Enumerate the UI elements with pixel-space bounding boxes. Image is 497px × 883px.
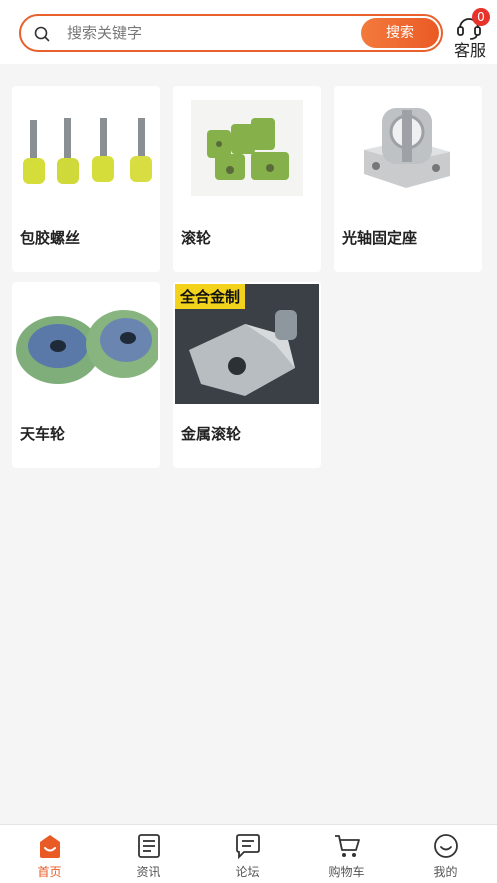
tab-label: 资讯 <box>136 865 161 879</box>
product-card[interactable]: 包胶螺丝 <box>12 86 160 272</box>
product-image-rollers <box>175 88 319 208</box>
product-card[interactable]: 全合金制 金属滚轮 <box>173 282 321 468</box>
product-name: 天车轮 <box>20 425 66 443</box>
home-icon <box>40 835 60 858</box>
search-icon <box>34 26 50 42</box>
tab-label: 首页 <box>37 865 62 879</box>
search-button[interactable]: 搜索 <box>361 18 439 48</box>
search-input[interactable] <box>67 16 357 50</box>
customer-service-button[interactable]: 0 客服 <box>450 8 490 60</box>
image-caption: 全合金制 <box>175 284 246 309</box>
tab-label: 我的 <box>433 865 458 879</box>
news-icon <box>138 834 160 858</box>
product-image-crane-wheels <box>14 284 158 404</box>
product-name: 金属滚轮 <box>181 425 242 443</box>
cart-icon <box>335 835 360 857</box>
tab-home[interactable]: 首页 <box>0 825 99 883</box>
search-box[interactable]: 搜索 <box>19 14 443 52</box>
tab-forum[interactable]: 论坛 <box>198 825 297 883</box>
product-image-coated-screws <box>14 88 158 208</box>
product-card[interactable]: 滚轮 <box>173 86 321 272</box>
bottom-tab-bar: 首页 资讯 论坛 购物车 我的 <box>0 824 497 883</box>
customer-service-label: 客服 <box>453 41 486 60</box>
tab-label: 购物车 <box>328 865 365 879</box>
tab-news[interactable]: 资讯 <box>99 825 198 883</box>
product-card[interactable]: 天车轮 <box>12 282 160 468</box>
product-name: 光轴固定座 <box>342 229 418 247</box>
product-name: 包胶螺丝 <box>20 229 81 247</box>
tab-label: 论坛 <box>235 865 260 879</box>
tab-profile[interactable]: 我的 <box>396 825 495 883</box>
top-bar: 搜索 0 客服 <box>0 0 497 64</box>
tab-cart[interactable]: 购物车 <box>297 825 396 883</box>
forum-icon <box>236 834 260 859</box>
profile-icon <box>434 834 458 858</box>
product-name: 滚轮 <box>181 229 212 247</box>
product-card[interactable]: 光轴固定座 <box>334 86 482 272</box>
product-image-metal-roller-bracket: 全合金制 <box>175 284 319 404</box>
product-image-shaft-support <box>336 88 480 208</box>
notification-badge: 0 <box>472 8 490 26</box>
